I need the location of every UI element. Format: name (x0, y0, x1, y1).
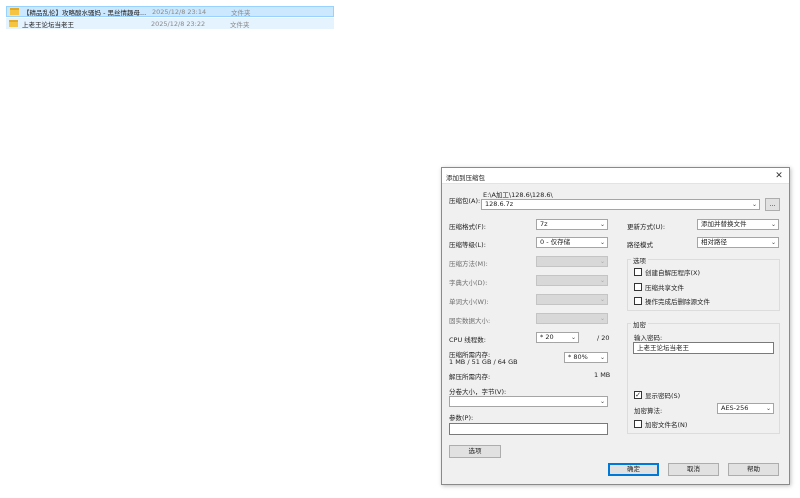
chevron-down-icon: ⌄ (599, 315, 605, 322)
chevron-down-icon: ⌄ (599, 354, 605, 361)
solid-size-label: 固实数据大小: (449, 317, 491, 325)
split-size-combo[interactable]: ⌄ (449, 396, 608, 407)
file-type: 文件夹 (230, 20, 250, 29)
archive-name-combo[interactable]: 128.6.7z ⌄ (481, 199, 760, 210)
level-combo[interactable]: 0 - 仅存储 ⌄ (536, 237, 608, 248)
word-size-label: 单词大小(W): (449, 298, 489, 306)
password-label: 输入密码: (634, 334, 663, 342)
file-name: 【精品乱伦】攻略酸水骚妈 - 黑丝情趣母... (23, 8, 147, 17)
decomp-memory-value: 1 MB (594, 371, 611, 379)
comp-memory-info: 1 MB / 51 GB / 64 GB (449, 358, 518, 366)
file-name: 上老王论坛当老王 (22, 20, 74, 29)
update-mode-value: 添加并替换文件 (701, 220, 747, 228)
checkbox-box (634, 420, 642, 428)
path-mode-label: 路径模式 (627, 241, 653, 249)
file-row-2[interactable]: 上老王论坛当老王 2025/12/8 23:22 文件夹 (6, 18, 334, 29)
chevron-down-icon: ⌄ (770, 221, 776, 228)
update-mode-combo[interactable]: 添加并替换文件 ⌄ (697, 219, 779, 230)
archive-name-value: 128.6.7z (485, 200, 514, 208)
checkbox-box (634, 297, 642, 305)
delete-after-checkbox[interactable]: 操作完成后删除源文件 (634, 296, 710, 306)
decomp-memory-label: 解压所需内存: (449, 373, 491, 381)
chevron-down-icon: ⌄ (751, 201, 757, 208)
check-icon: ✓ (634, 391, 642, 399)
file-date: 2025/12/8 23:22 (151, 19, 206, 28)
encryption-method-combo[interactable]: AES-256 ⌄ (717, 403, 774, 414)
chevron-down-icon: ⌄ (599, 277, 605, 284)
browse-button[interactable]: ... (765, 198, 780, 211)
cancel-button[interactable]: 取消 (668, 463, 719, 476)
folder-icon (10, 8, 19, 15)
encryption-method-label: 加密算法: (634, 407, 663, 415)
format-value: 7z (540, 220, 548, 228)
delete-after-label: 操作完成后删除源文件 (645, 298, 710, 306)
chevron-down-icon: ⌄ (570, 334, 576, 341)
update-mode-label: 更新方式(U): (627, 223, 666, 231)
options-button[interactable]: 选项 (449, 445, 501, 458)
create-sfx-checkbox[interactable]: 创建自解压程序(X) (634, 267, 700, 277)
path-mode-value: 相对路径 (701, 238, 727, 246)
folder-icon (9, 20, 18, 27)
file-row-1[interactable]: 【精品乱伦】攻略酸水骚妈 - 黑丝情趣母... 2025/12/8 23:14 … (6, 6, 334, 17)
dialog-title: 添加到压缩包 (446, 174, 485, 182)
compress-shared-label: 压缩共享文件 (645, 284, 684, 292)
method-label: 压缩方法(M): (449, 260, 488, 268)
memory-percent-value: * 80% (568, 353, 588, 361)
chevron-down-icon: ⌄ (599, 398, 605, 405)
chevron-down-icon: ⌄ (599, 221, 605, 228)
close-icon[interactable]: ✕ (773, 170, 785, 182)
ok-button[interactable]: 确定 (608, 463, 659, 476)
checkbox-box (634, 283, 642, 291)
options-group-title: 选项 (631, 255, 648, 265)
file-type: 文件夹 (231, 8, 251, 17)
level-label: 压缩等级(L): (449, 241, 486, 249)
chevron-down-icon: ⌄ (599, 296, 605, 303)
checkbox-box (634, 268, 642, 276)
encryption-group-title: 加密 (631, 319, 648, 329)
add-to-archive-dialog: 添加到压缩包 ✕ 压缩包(A): E:\A加工\128.6\128.6\ 128… (441, 167, 790, 485)
compress-shared-checkbox[interactable]: 压缩共享文件 (634, 282, 684, 292)
create-sfx-label: 创建自解压程序(X) (645, 269, 701, 277)
show-password-checkbox[interactable]: ✓ 显示密码(S) (634, 390, 680, 400)
cpu-threads-max: / 20 (597, 334, 610, 342)
encrypt-names-checkbox[interactable]: 加密文件名(N) (634, 419, 687, 429)
show-password-label: 显示密码(S) (645, 392, 681, 400)
archive-label: 压缩包(A): (449, 197, 481, 205)
solid-size-combo: ⌄ (536, 313, 608, 324)
chevron-down-icon: ⌄ (770, 239, 776, 246)
level-value: 0 - 仅存储 (540, 238, 571, 246)
encryption-method-value: AES-256 (721, 404, 749, 412)
cpu-threads-combo[interactable]: * 20 ⌄ (536, 332, 579, 343)
dict-size-combo: ⌄ (536, 275, 608, 286)
archive-path: E:\A加工\128.6\128.6\ (483, 191, 553, 199)
cpu-threads-value: * 20 (540, 333, 554, 341)
chevron-down-icon: ⌄ (599, 258, 605, 265)
method-combo: ⌄ (536, 256, 608, 267)
password-input[interactable]: 上老王论坛当老王 (633, 342, 774, 354)
split-size-label: 分卷大小，字节(V): (449, 388, 507, 396)
file-date: 2025/12/8 23:14 (152, 7, 207, 16)
help-button[interactable]: 帮助 (728, 463, 779, 476)
cpu-threads-label: CPU 线程数: (449, 336, 486, 344)
encrypt-names-label: 加密文件名(N) (645, 421, 688, 429)
chevron-down-icon: ⌄ (599, 239, 605, 246)
dict-size-label: 字典大小(D): (449, 279, 488, 287)
word-size-combo: ⌄ (536, 294, 608, 305)
format-label: 压缩格式(F): (449, 223, 487, 231)
params-input[interactable] (449, 423, 608, 435)
format-combo[interactable]: 7z ⌄ (536, 219, 608, 230)
params-label: 参数(P): (449, 414, 474, 422)
dialog-titlebar[interactable]: 添加到压缩包 ✕ (442, 168, 789, 184)
path-mode-combo[interactable]: 相对路径 ⌄ (697, 237, 779, 248)
memory-percent-combo[interactable]: * 80% ⌄ (564, 352, 608, 363)
chevron-down-icon: ⌄ (765, 405, 771, 412)
